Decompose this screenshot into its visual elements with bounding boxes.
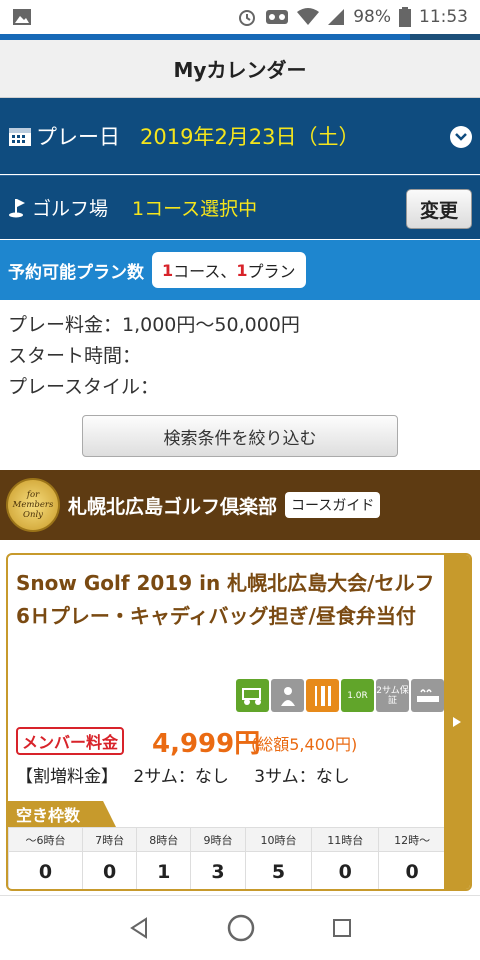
slot-count[interactable]: 0: [378, 851, 446, 889]
status-right: 98% 11:53: [237, 7, 468, 27]
slot-count[interactable]: 0: [8, 851, 84, 889]
status-bar: 98% 11:53: [0, 0, 480, 34]
recents-icon[interactable]: [332, 918, 352, 938]
slot-count[interactable]: 0: [311, 851, 380, 889]
calendar-icon: [9, 128, 31, 146]
vacancy-label: 空き枠数: [8, 801, 116, 827]
time-slot-header: 10時台: [244, 827, 313, 852]
change-button[interactable]: 変更: [406, 189, 472, 229]
badge-line-3: Only: [23, 510, 43, 520]
time-slot-header: 11時台: [311, 827, 380, 852]
time-slot-header: 7時台: [82, 827, 138, 852]
battery-icon: [399, 7, 411, 27]
badge-line-2: Members: [12, 500, 54, 510]
course-header[interactable]: for Members Only 札幌北広島ゴルフ倶楽部 コースガイド: [0, 470, 480, 540]
surcharge-3some: 3サム：なし: [254, 767, 350, 787]
time-slot-header: 8時台: [136, 827, 192, 852]
course-guide-button[interactable]: コースガイド: [285, 492, 381, 518]
time-slot-header: 9時台: [190, 827, 246, 852]
surcharge-label: 【割増料金】: [16, 767, 118, 787]
play-date-value: 2019年2月23日（土）: [140, 125, 360, 149]
home-icon[interactable]: [226, 913, 256, 943]
plan-card[interactable]: Snow Golf 2019 in 札幌北広島大会/セルフ6Ｈプレー・キャディバ…: [6, 553, 472, 891]
chevron-down-icon[interactable]: [450, 126, 472, 148]
vacancy-count-row: 0 0 1 3 5 0 0: [8, 851, 446, 889]
search-conditions: プレー料金：1,000円〜50,000円 スタート時間： プレースタイル：: [8, 310, 300, 403]
vacancy-table: 〜6時台 7時台 8時台 9時台 10時台 11時台 12時〜 0 0 1 3 …: [8, 827, 446, 889]
slot-count[interactable]: 3: [190, 851, 246, 889]
bath-icon: [411, 679, 444, 712]
battery-text: 98%: [353, 7, 391, 27]
play-style-condition: プレースタイル：: [8, 376, 160, 398]
plan-count-suffix: プラン: [247, 262, 296, 281]
golf-flag-icon: [9, 198, 25, 217]
slot-count[interactable]: 0: [82, 851, 138, 889]
start-time-condition: スタート時間：: [8, 345, 142, 367]
course-name[interactable]: 札幌北広島ゴルフ倶楽部: [68, 492, 277, 519]
wifi-icon: [297, 8, 320, 25]
page-title: Myカレンダー: [0, 40, 480, 98]
slot-count[interactable]: 1: [136, 851, 192, 889]
meal-icon: [306, 679, 339, 712]
signal-icon: [328, 9, 345, 25]
plan-count: 1: [236, 260, 248, 280]
status-left: [12, 8, 32, 26]
course-count-suffix: コース、: [173, 262, 237, 281]
fee-condition: プレー料金：1,000円〜50,000円: [8, 314, 300, 336]
members-only-badge: for Members Only: [6, 478, 60, 532]
golf-course-value: 1コース選択中: [132, 198, 258, 220]
plan-count-row: 予約可能プラン数 1 コース、 1 プラン: [0, 240, 480, 300]
vacancy-time-row: 〜6時台 7時台 8時台 9時台 10時台 11時台 12時〜: [8, 827, 446, 852]
play-arrow-icon: [453, 717, 461, 727]
slot-count[interactable]: 5: [244, 851, 313, 889]
filter-button[interactable]: 検索条件を絞り込む: [82, 415, 398, 457]
pairing-icon: 2サム保証: [376, 679, 409, 712]
amenity-icons: 1.0R 2サム保証: [236, 679, 444, 712]
alarm-icon: [239, 10, 256, 26]
cart-icon: [236, 679, 269, 712]
voicemail-icon: [266, 10, 289, 24]
play-date-label: プレー日: [36, 125, 120, 149]
back-icon[interactable]: [128, 916, 150, 940]
plan-count-label: 予約可能プラン数: [8, 262, 144, 283]
image-notification-icon: [13, 9, 31, 25]
golf-course-row: ゴルフ場 1コース選択中 変更: [0, 175, 480, 239]
plan-price-total: (総額5,400円): [251, 735, 358, 754]
surcharge-info: 【割増料金】 2サム：なし 3サム：なし: [16, 762, 350, 787]
plan-price: 4,999円: [152, 729, 261, 759]
caddie-icon: [271, 679, 304, 712]
lesson-icon: 1.0R: [341, 679, 374, 712]
android-nav-bar: [0, 895, 480, 960]
clock: 11:53: [419, 7, 468, 27]
plan-count-pill: 1 コース、 1 プラン: [152, 252, 306, 288]
badge-line-1: for: [26, 490, 40, 500]
golf-course-label: ゴルフ場: [32, 198, 109, 220]
member-price-tag: メンバー料金: [16, 727, 125, 755]
plan-title[interactable]: Snow Golf 2019 in 札幌北広島大会/セルフ6Ｈプレー・キャディバ…: [16, 567, 444, 633]
surcharge-2some: 2サム：なし: [133, 767, 229, 787]
plan-detail-arrow[interactable]: [444, 555, 470, 889]
play-date-row[interactable]: プレー日 2019年2月23日（土）: [0, 98, 480, 174]
time-slot-header: 〜6時台: [8, 827, 84, 852]
time-slot-header: 12時〜: [378, 827, 446, 852]
course-count: 1: [162, 260, 174, 280]
